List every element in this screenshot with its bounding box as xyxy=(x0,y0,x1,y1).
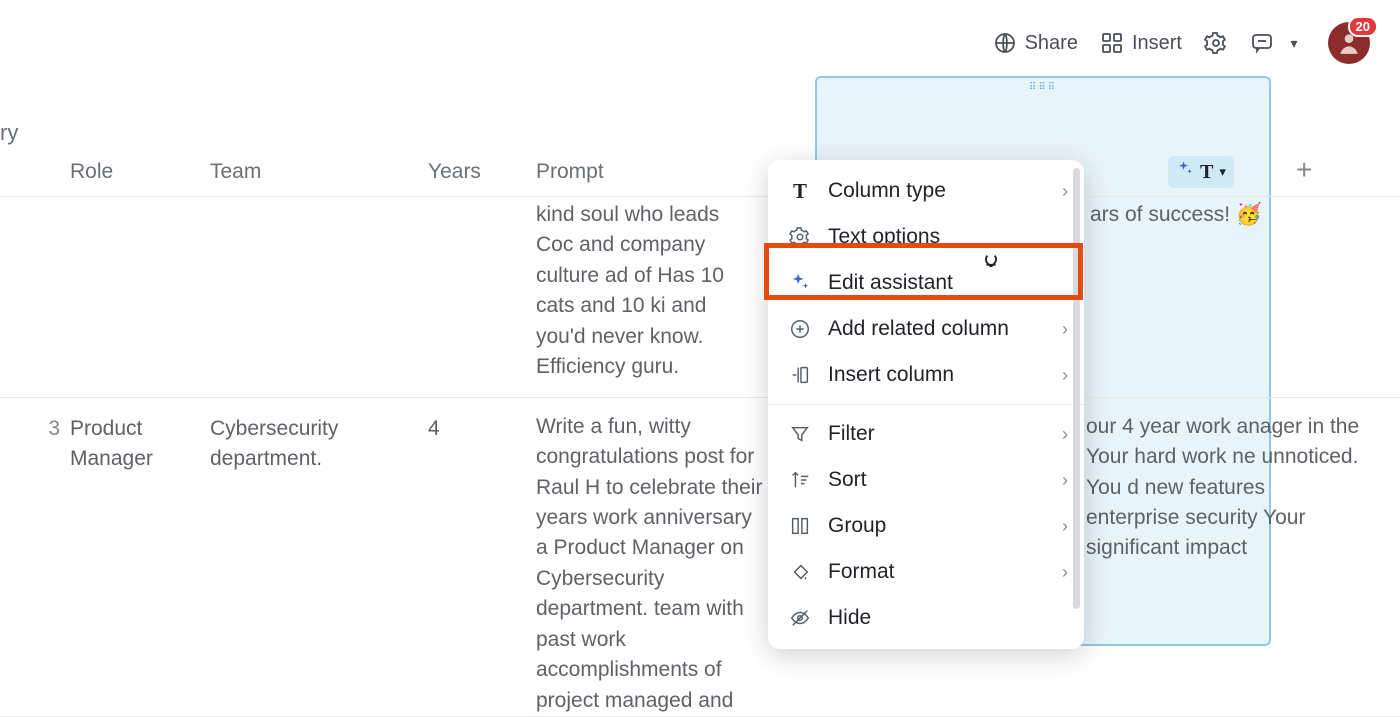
scrollbar[interactable] xyxy=(1073,168,1080,609)
menu-label: Filter xyxy=(828,422,875,446)
col-header-id[interactable] xyxy=(0,160,70,184)
cell-years: 4 xyxy=(428,412,536,444)
cell-prompt: Write a fun, witty congratulations post … xyxy=(536,412,786,716)
chevron-right-icon: › xyxy=(1062,470,1068,491)
sparkle-icon xyxy=(788,271,812,295)
col-header-role[interactable]: Role xyxy=(70,160,210,184)
table-row[interactable]: 3 Product Manager Cybersecurity departme… xyxy=(0,398,1400,717)
settings-button[interactable] xyxy=(1204,31,1228,55)
menu-insert-column[interactable]: Insert column › xyxy=(768,352,1084,398)
insert-column-icon xyxy=(788,363,812,387)
chevron-right-icon: › xyxy=(1062,319,1068,340)
gear-icon xyxy=(788,225,812,249)
paint-bucket-icon xyxy=(788,560,812,584)
menu-label: Sort xyxy=(828,468,867,492)
menu-group[interactable]: Group › xyxy=(768,503,1084,549)
menu-label: Column type xyxy=(828,179,946,203)
col-header-team[interactable]: Team xyxy=(210,160,428,184)
menu-add-related-column[interactable]: Add related column › xyxy=(768,306,1084,352)
text-type-icon: T xyxy=(1200,161,1213,184)
eye-off-icon xyxy=(788,606,812,630)
cell-team xyxy=(210,200,428,202)
cursor-icon xyxy=(980,252,1002,280)
menu-label: Format xyxy=(828,560,895,584)
cell-role xyxy=(70,200,210,202)
insert-label: Insert xyxy=(1132,32,1182,55)
menu-filter[interactable]: Filter › xyxy=(768,411,1084,457)
plus-circle-icon xyxy=(788,317,812,341)
menu-label: Edit assistant xyxy=(828,271,953,295)
chevron-down-icon: ▾ xyxy=(1219,164,1226,180)
menu-column-type[interactable]: T Column type › xyxy=(768,168,1084,214)
column-context-menu: T Column type › Text options Edit assist… xyxy=(768,160,1084,649)
menu-label: Add related column xyxy=(828,317,1009,341)
sort-icon xyxy=(788,468,812,492)
gear-icon xyxy=(1204,31,1228,55)
cell-team: Cybersecurity department. xyxy=(210,412,428,475)
column-type-badge[interactable]: T ▾ xyxy=(1168,156,1234,188)
avatar[interactable]: 20 xyxy=(1328,22,1370,64)
breadcrumb-fragment: ry xyxy=(0,120,18,146)
chevron-right-icon: › xyxy=(1062,562,1068,583)
menu-text-options[interactable]: Text options xyxy=(768,214,1084,260)
menu-hide[interactable]: Hide xyxy=(768,595,1084,641)
menu-separator xyxy=(768,404,1084,405)
menu-format[interactable]: Format › xyxy=(768,549,1084,595)
globe-icon xyxy=(993,31,1017,55)
chevron-right-icon: › xyxy=(1062,365,1068,386)
cell-years xyxy=(428,200,536,202)
top-toolbar: Share Insert ▾ 20 xyxy=(993,22,1370,64)
filter-icon xyxy=(788,422,812,446)
col-header-output[interactable] xyxy=(1086,160,1400,184)
group-icon xyxy=(788,514,812,538)
insert-button[interactable]: Insert xyxy=(1100,31,1182,55)
cell-id: 3 xyxy=(0,412,70,444)
comment-icon xyxy=(1250,31,1274,55)
menu-sort[interactable]: Sort › xyxy=(768,457,1084,503)
share-label: Share xyxy=(1025,32,1078,55)
comments-chevron[interactable]: ▾ xyxy=(1282,31,1306,55)
menu-label: Insert column xyxy=(828,363,954,387)
chevron-right-icon: › xyxy=(1062,181,1068,202)
cell-prompt: kind soul who leads Coc and company cult… xyxy=(536,200,774,383)
comments-button[interactable] xyxy=(1250,31,1274,55)
share-button[interactable]: Share xyxy=(993,31,1078,55)
cell-role: Product Manager xyxy=(70,412,210,475)
add-column-button[interactable]: + xyxy=(1296,154,1312,186)
menu-label: Text options xyxy=(828,225,940,249)
col-header-years[interactable]: Years xyxy=(428,160,536,184)
sparkle-icon xyxy=(1176,160,1194,184)
table-row[interactable]: kind soul who leads Coc and company cult… xyxy=(0,200,1400,398)
chevron-right-icon: › xyxy=(1062,516,1068,537)
cell-id xyxy=(0,200,70,202)
menu-label: Group xyxy=(828,514,886,538)
chevron-down-icon: ▾ xyxy=(1282,31,1306,55)
drag-handle-icon[interactable]: ⠿⠿⠿ xyxy=(1029,82,1057,93)
insert-grid-icon xyxy=(1100,31,1124,55)
chevron-right-icon: › xyxy=(1062,424,1068,445)
text-type-icon: T xyxy=(788,179,812,203)
notification-badge: 20 xyxy=(1348,16,1378,37)
menu-label: Hide xyxy=(828,606,871,630)
menu-edit-assistant[interactable]: Edit assistant xyxy=(768,260,1084,306)
